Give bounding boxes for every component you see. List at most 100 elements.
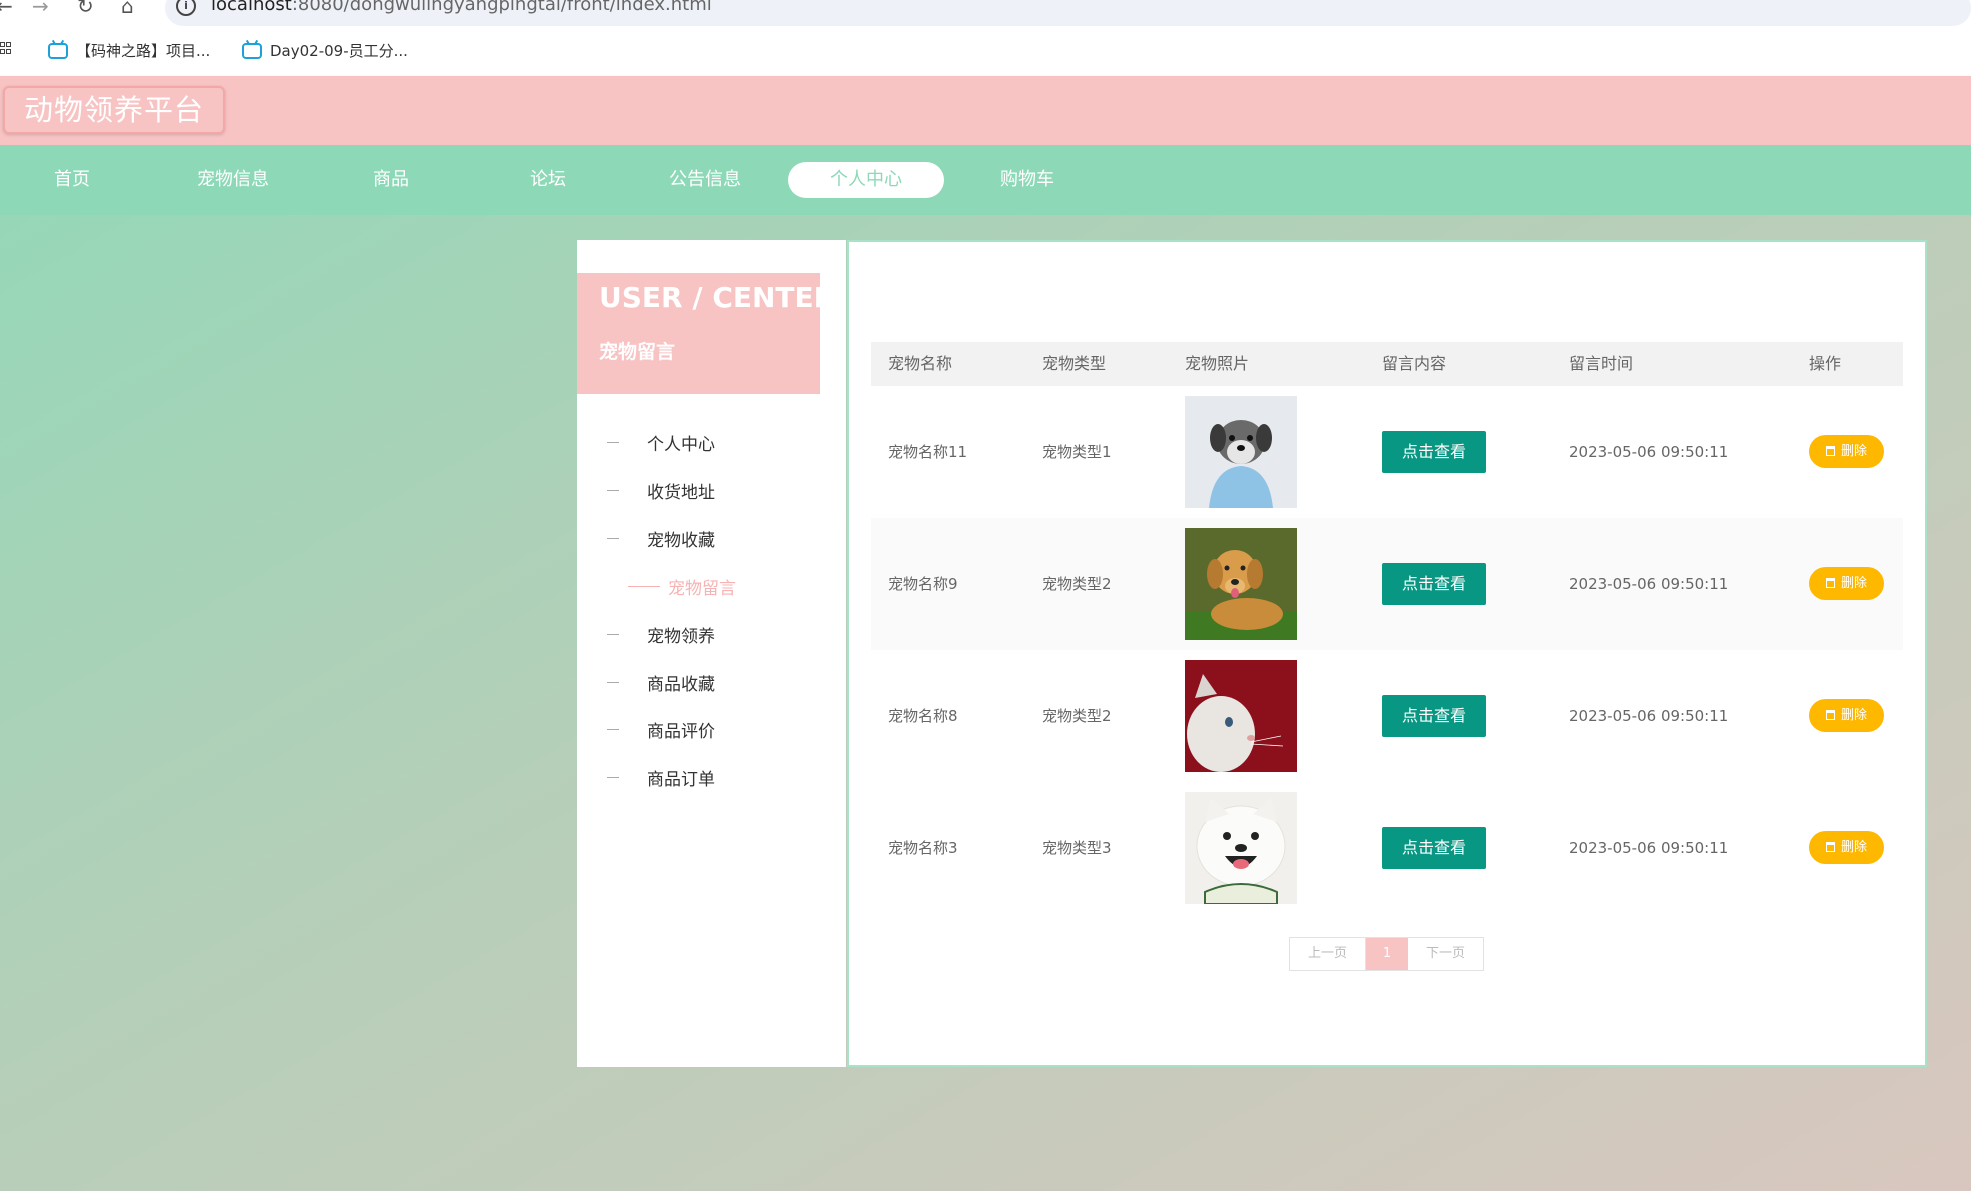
column-header: 宠物名称 — [888, 354, 953, 373]
sidebar-item-label: 商品评价 — [647, 722, 715, 742]
url-text[interactable]: localhost:8080/dongwulingyangpingtai/fro… — [211, 0, 712, 15]
bilibili-icon — [242, 42, 262, 59]
sidebar-item-label: 宠物留言 — [668, 579, 736, 599]
delete-label: 删除 — [1840, 708, 1867, 723]
pet-messages-panel: 宠物名称 宠物类型 宠物照片 留言内容 留言时间 操作 宠物名称11 宠物类型1… — [847, 240, 1927, 1067]
dash-icon — [607, 490, 619, 491]
table-row: 宠物名称9 宠物类型2 点击查看 2023-05-06 09:50:11 删除 — [871, 518, 1903, 650]
page-number-button[interactable]: 1 — [1366, 938, 1408, 970]
delete-button[interactable]: 删除 — [1809, 831, 1884, 864]
delete-button[interactable]: 删除 — [1809, 699, 1884, 732]
pet-type-cell: 宠物类型2 — [1042, 575, 1112, 593]
pet-type-cell: 宠物类型3 — [1042, 839, 1112, 857]
pet-photo — [1185, 528, 1297, 640]
main-nav: 首页 宠物信息 商品 论坛 公告信息 个人中心 购物车 — [0, 145, 1971, 215]
sidebar-item-product-orders[interactable]: 商品订单 — [607, 765, 715, 790]
next-page-button[interactable]: 下一页 — [1408, 938, 1483, 970]
delete-button[interactable]: 删除 — [1809, 435, 1884, 468]
column-header: 留言内容 — [1382, 354, 1447, 373]
message-time-cell: 2023-05-06 09:50:11 — [1569, 707, 1729, 725]
view-message-button[interactable]: 点击查看 — [1382, 563, 1486, 605]
back-icon[interactable]: ← — [0, 0, 13, 18]
bilibili-icon — [48, 42, 68, 59]
sidebar-item-address[interactable]: 收货地址 — [607, 478, 715, 503]
dash-icon — [607, 777, 619, 778]
sidebar-item-label: 宠物收藏 — [647, 531, 715, 551]
column-header: 操作 — [1809, 354, 1842, 373]
url-path: :8080/dongwulingyangpingtai/front/index.… — [291, 0, 712, 15]
home-icon[interactable]: ⌂ — [121, 0, 134, 18]
apps-grid-icon[interactable] — [0, 42, 12, 58]
table-row: 宠物名称8 宠物类型2 点击查看 2023-05-06 09:50:11 删除 — [871, 650, 1903, 782]
bookmark-item[interactable]: Day02-09-员工分... — [242, 40, 408, 61]
nav-personal-center[interactable]: 个人中心 — [788, 162, 944, 198]
sidebar-item-label: 宠物领养 — [647, 627, 715, 647]
sidebar-title-cn: 宠物留言 — [599, 341, 676, 363]
site-title[interactable]: 动物领养平台 — [3, 86, 225, 134]
pet-photo — [1185, 660, 1297, 772]
view-message-button[interactable]: 点击查看 — [1382, 827, 1486, 869]
delete-button[interactable]: 删除 — [1809, 567, 1884, 600]
sidebar-item-label: 收货地址 — [647, 483, 715, 503]
message-time-cell: 2023-05-06 09:50:11 — [1569, 443, 1729, 461]
nav-products[interactable]: 商品 — [369, 162, 413, 198]
sidebar-item-product-reviews[interactable]: 商品评价 — [607, 717, 715, 742]
pet-photo — [1185, 792, 1297, 904]
pet-photo — [1185, 396, 1297, 508]
message-time-cell: 2023-05-06 09:50:11 — [1569, 575, 1729, 593]
pet-name-cell: 宠物名称3 — [888, 839, 958, 857]
sidebar-item-pet-adoption[interactable]: 宠物领养 — [607, 622, 715, 647]
nav-notices[interactable]: 公告信息 — [666, 162, 744, 198]
delete-label: 删除 — [1840, 444, 1867, 459]
view-message-button[interactable]: 点击查看 — [1382, 695, 1486, 737]
delete-label: 删除 — [1840, 840, 1867, 855]
dash-icon — [628, 586, 660, 587]
nav-forum[interactable]: 论坛 — [526, 162, 570, 198]
dash-icon — [607, 729, 619, 730]
sidebar-item-label: 商品订单 — [647, 770, 715, 790]
sidebar-header: USER / CENTER 宠物留言 — [577, 273, 835, 394]
bookmark-item[interactable]: 【码神之路】项目... — [48, 40, 210, 61]
browser-toolbar: ← → ↻ ⌂ i localhost:8080/dongwulingyangp… — [0, 0, 1971, 26]
nav-pet-info[interactable]: 宠物信息 — [194, 162, 272, 198]
user-center-sidebar: USER / CENTER 宠物留言 个人中心 收货地址 宠物收藏 宠物留言 宠… — [577, 240, 846, 1067]
dash-icon — [607, 538, 619, 539]
trash-icon — [1825, 710, 1835, 720]
trash-icon — [1825, 578, 1835, 588]
sidebar-item-label: 商品收藏 — [647, 675, 715, 695]
sidebar-item-product-favorites[interactable]: 商品收藏 — [607, 670, 715, 695]
view-message-button[interactable]: 点击查看 — [1382, 431, 1486, 473]
trash-icon — [1825, 842, 1835, 852]
site-header: 动物领养平台 — [0, 76, 1971, 145]
prev-page-button[interactable]: 上一页 — [1290, 938, 1366, 970]
sidebar-item-pet-favorites[interactable]: 宠物收藏 — [607, 526, 715, 551]
column-header: 宠物照片 — [1185, 354, 1250, 373]
forward-icon[interactable]: → — [32, 0, 49, 18]
column-header: 留言时间 — [1569, 354, 1634, 373]
pet-name-cell: 宠物名称9 — [888, 575, 958, 593]
trash-icon — [1825, 446, 1835, 456]
pet-type-cell: 宠物类型2 — [1042, 707, 1112, 725]
url-host: localhost — [211, 0, 292, 15]
pet-type-cell: 宠物类型1 — [1042, 443, 1112, 461]
dash-icon — [607, 634, 619, 635]
table-header: 宠物名称 宠物类型 宠物照片 留言内容 留言时间 操作 — [871, 342, 1903, 386]
delete-label: 删除 — [1840, 576, 1867, 591]
sidebar-item-pet-messages[interactable]: 宠物留言 — [628, 574, 736, 599]
sidebar-title-en: USER / CENTER — [599, 281, 836, 314]
dash-icon — [607, 682, 619, 683]
dash-icon — [607, 442, 619, 443]
table-row: 宠物名称11 宠物类型1 点击查看 2023-05-06 09:50:11 删除 — [871, 386, 1903, 518]
pagination: 上一页 1 下一页 — [1289, 937, 1484, 971]
message-time-cell: 2023-05-06 09:50:11 — [1569, 839, 1729, 857]
bookmark-label: 【码神之路】项目... — [76, 42, 211, 60]
bookmark-label: Day02-09-员工分... — [270, 42, 408, 60]
sidebar-item-personal-center[interactable]: 个人中心 — [607, 430, 715, 455]
nav-cart[interactable]: 购物车 — [997, 162, 1057, 198]
column-header: 宠物类型 — [1042, 354, 1107, 373]
table-row: 宠物名称3 宠物类型3 点击查看 2023-05-06 09:50:11 删除 — [871, 782, 1903, 914]
sidebar-item-label: 个人中心 — [647, 435, 715, 455]
reload-icon[interactable]: ↻ — [77, 0, 94, 18]
pet-name-cell: 宠物名称11 — [888, 443, 968, 461]
nav-home[interactable]: 首页 — [50, 162, 94, 198]
